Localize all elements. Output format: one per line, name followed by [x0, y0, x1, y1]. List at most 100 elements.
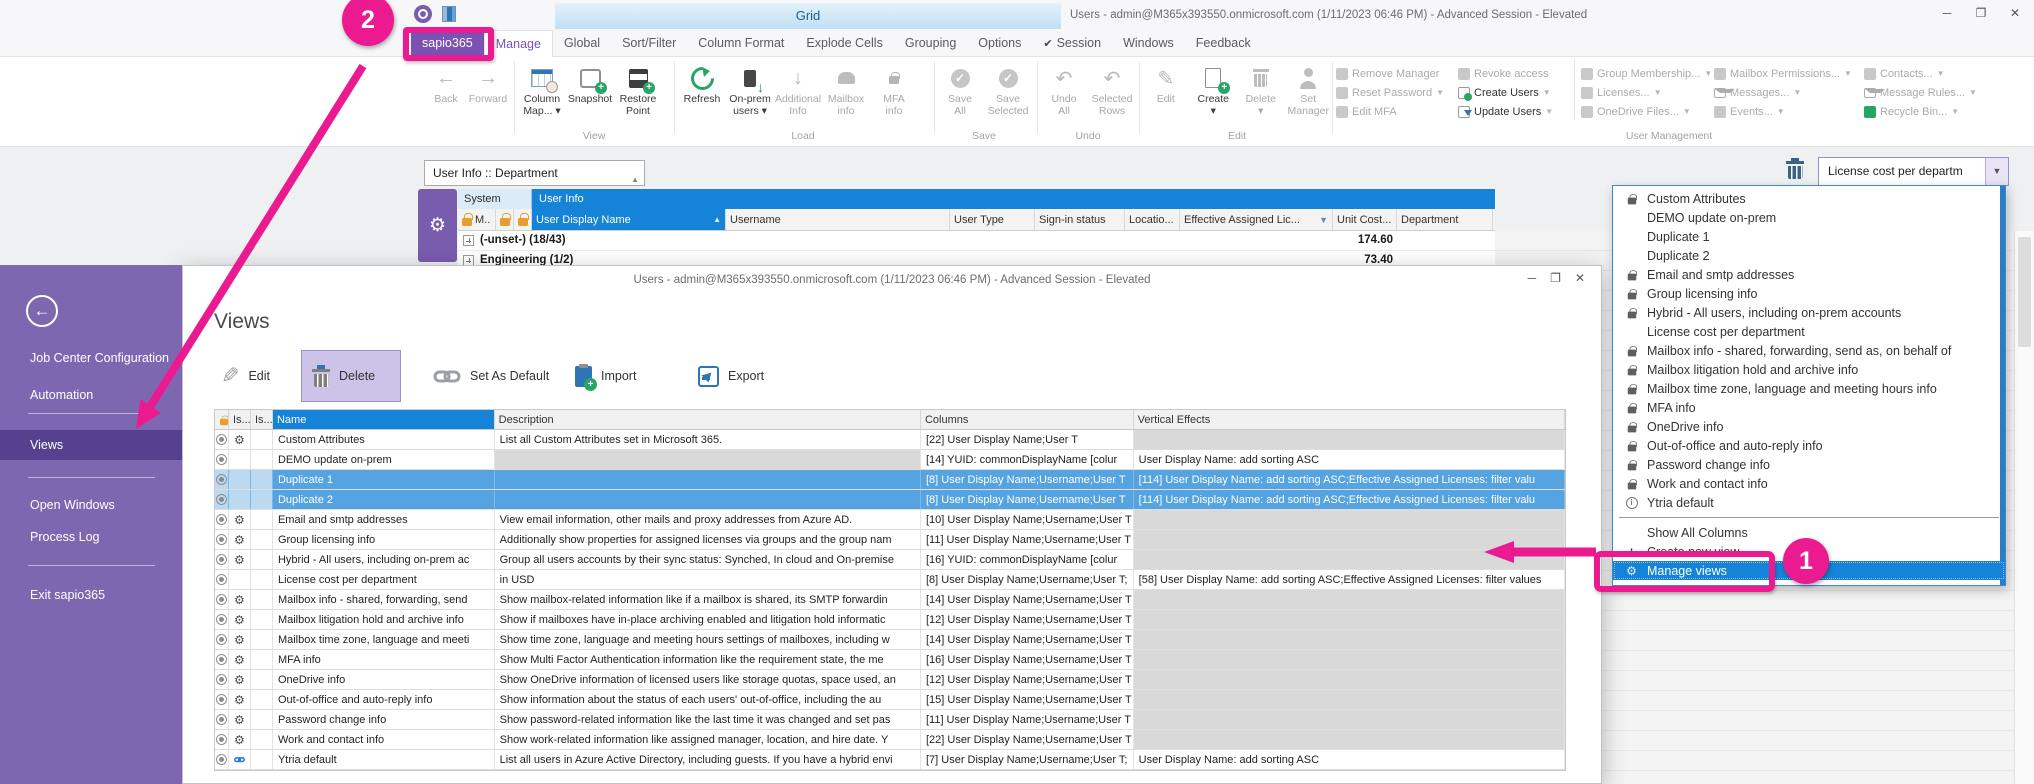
- toolbar-button-set-as-default[interactable]: Set As Default: [423, 350, 559, 402]
- views-table-row[interactable]: Duplicate 1[8] User Display Name;Usernam…: [215, 470, 1565, 490]
- views-table-row[interactable]: License cost per departmentin USD[8] Use…: [215, 570, 1565, 590]
- views-table-row[interactable]: ⚙Work and contact infoShow work-related …: [215, 730, 1565, 750]
- dropdown-item-demo-update-on-prem[interactable]: DEMO update on-prem: [1613, 208, 2005, 227]
- ribbon-button-column-map-[interactable]: ColumnMap... ▾: [518, 59, 566, 117]
- ribbon-button-mailbox-permissions-[interactable]: Mailbox Permissions...▼: [1714, 65, 1860, 82]
- views-table-row[interactable]: ⚙Mailbox litigation hold and archive inf…: [215, 610, 1565, 630]
- band-system[interactable]: System: [458, 189, 532, 209]
- ribbon-button-back[interactable]: ←Back: [425, 59, 467, 106]
- views-table-header-columns[interactable]: Columns: [921, 410, 1134, 429]
- views-table-header-is-[interactable]: Is...: [251, 410, 273, 429]
- band-user-info[interactable]: User Info: [532, 189, 584, 209]
- ribbon-button-snapshot[interactable]: Snapshot: [566, 59, 614, 117]
- row-select-cell[interactable]: [215, 690, 229, 709]
- ribbon-button-events-[interactable]: Events...▼: [1714, 103, 1860, 120]
- row-select-cell[interactable]: [215, 570, 229, 589]
- dropdown-item-mailbox-info-shared-forwarding-send-as-on-behalf-of[interactable]: Mailbox info - shared, forwarding, send …: [1613, 341, 2005, 360]
- views-table-row[interactable]: ⚙Mailbox time zone, language and meetiSh…: [215, 630, 1565, 650]
- row-select-cell[interactable]: [215, 630, 229, 649]
- row-select-cell[interactable]: [215, 450, 229, 469]
- tab-feedback[interactable]: Feedback: [1185, 30, 1262, 57]
- ribbon-button-additional-info[interactable]: ↓AdditionalInfo: [774, 59, 822, 117]
- row-select-cell[interactable]: [215, 490, 229, 509]
- row-select-cell[interactable]: [215, 550, 229, 569]
- ribbon-button-delete-[interactable]: Delete▾: [1237, 59, 1285, 117]
- dropdown-item-duplicate-1[interactable]: Duplicate 1: [1613, 227, 2005, 246]
- views-table-row[interactable]: ⚙OneDrive infoShow OneDrive information …: [215, 670, 1565, 690]
- view-selector-combo[interactable]: License cost per departm ▼: [1818, 157, 2009, 186]
- views-table-row[interactable]: ⚙Email and smtp addressesView email info…: [215, 510, 1565, 530]
- views-table-row[interactable]: ⚙Out-of-office and auto-reply infoShow i…: [215, 690, 1565, 710]
- tab-sort-filter[interactable]: Sort/Filter: [611, 30, 687, 57]
- ribbon-button-remove-manager[interactable]: Remove Manager: [1336, 65, 1454, 82]
- views-table-header-name[interactable]: Name: [273, 410, 495, 429]
- views-table-header-is-[interactable]: Is...: [229, 410, 251, 429]
- ribbon-button-selected-rows[interactable]: ↶SelectedRows: [1088, 59, 1136, 117]
- scrollbar-thumb[interactable]: [2018, 237, 2031, 347]
- row-select-cell[interactable]: [215, 730, 229, 749]
- grid-column-header-sign-in-status[interactable]: Sign-in status: [1035, 209, 1125, 230]
- dialog-close-button[interactable]: ✕: [1575, 271, 1585, 285]
- ribbon-button-onedrive-files-[interactable]: OneDrive Files...▼: [1581, 103, 1710, 120]
- grid-column-header-unit-cost-[interactable]: Unit Cost...: [1333, 209, 1397, 230]
- grid-column-header-effective-assigned-lic-[interactable]: Effective Assigned Lic...▼: [1180, 209, 1333, 230]
- grid-column-header-username[interactable]: Username: [726, 209, 950, 230]
- ribbon-button-refresh[interactable]: Refresh: [678, 59, 726, 117]
- ribbon-button-create-[interactable]: Create▾: [1190, 59, 1238, 117]
- ribbon-button-save-all[interactable]: SaveAll: [936, 59, 984, 117]
- ribbon-button-reset-password[interactable]: Reset Password▼: [1336, 84, 1454, 101]
- back-button[interactable]: ←: [26, 295, 58, 327]
- dropdown-item-ytria-default[interactable]: iYtria default: [1613, 493, 2005, 512]
- minimize-button[interactable]: ─: [1936, 6, 1958, 20]
- row-select-cell[interactable]: [215, 610, 229, 629]
- dialog-minimize-button[interactable]: ─: [1528, 271, 1537, 285]
- toolbar-button-export[interactable]: Export: [688, 350, 774, 402]
- row-select-cell[interactable]: [215, 530, 229, 549]
- tab-options[interactable]: Options: [967, 30, 1032, 57]
- tab-explode-cells[interactable]: Explode Cells: [795, 30, 893, 57]
- ribbon-button-recycle-bin-[interactable]: Recycle Bin...▼: [1864, 103, 1986, 120]
- grid-column-header-locatio-[interactable]: Locatio...: [1125, 209, 1180, 230]
- ribbon-button-mfa-info[interactable]: MFAinfo: [870, 59, 918, 117]
- views-table-row[interactable]: ⚙Hybrid - All users, including on-prem a…: [215, 550, 1565, 570]
- sidebar-item-exit-sapio365[interactable]: Exit sapio365: [0, 580, 182, 610]
- dropdown-item-duplicate-2[interactable]: Duplicate 2: [1613, 246, 2005, 265]
- dropdown-item-custom-attributes[interactable]: Custom Attributes: [1613, 189, 2005, 208]
- ribbon-button-licenses-[interactable]: Licenses...▼: [1581, 84, 1710, 101]
- ribbon-button-messages-[interactable]: Messages...▼: [1714, 84, 1860, 101]
- dropdown-item-work-and-contact-info[interactable]: Work and contact info: [1613, 474, 2005, 493]
- dropdown-item-onedrive-info[interactable]: OneDrive info: [1613, 417, 2005, 436]
- toolbar-button-edit[interactable]: ✎Edit: [211, 350, 280, 402]
- vertical-scrollbar[interactable]: [2014, 231, 2034, 784]
- tab-session[interactable]: ✔Session: [1032, 30, 1112, 57]
- ribbon-button-revoke-access[interactable]: Revoke access: [1458, 65, 1570, 82]
- toolbar-button-import[interactable]: Import: [565, 350, 646, 402]
- dropdown-item-out-of-office-and-auto-reply-info[interactable]: Out-of-office and auto-reply info: [1613, 436, 2005, 455]
- dropdown-item-password-change-info[interactable]: Password change info: [1613, 455, 2005, 474]
- grid-group-row[interactable]: (-unset-) (18/43)174.60: [458, 231, 1495, 251]
- ribbon-button-create-users[interactable]: Create Users▼: [1458, 84, 1570, 101]
- ribbon-button-edit-mfa[interactable]: Edit MFA: [1336, 103, 1454, 120]
- views-table-row[interactable]: DEMO update on-prem[14] YUID: commonDisp…: [215, 450, 1565, 470]
- ribbon-button-forward[interactable]: →Forward: [467, 59, 509, 106]
- ribbon-button-message-rules-[interactable]: Message Rules...▼: [1864, 84, 1986, 101]
- views-table-row[interactable]: ⚙Group licensing infoAdditionally show p…: [215, 530, 1565, 550]
- restore-button[interactable]: ❐: [1970, 6, 1992, 20]
- tab-grouping[interactable]: Grouping: [894, 30, 967, 57]
- views-table-row[interactable]: Duplicate 2[8] User Display Name;Usernam…: [215, 490, 1565, 510]
- views-table-row[interactable]: Ytria defaultList all users in Azure Act…: [215, 750, 1565, 770]
- row-select-cell[interactable]: [215, 710, 229, 729]
- dropdown-item-group-licensing-info[interactable]: Group licensing info: [1613, 284, 2005, 303]
- sidebar-item-open-windows[interactable]: Open Windows: [0, 490, 182, 520]
- dropdown-item-mfa-info[interactable]: MFA info: [1613, 398, 2005, 417]
- ribbon-button-contacts-[interactable]: Contacts...▼: [1864, 65, 1986, 82]
- ribbon-button-on-prem-users-[interactable]: On-premusers ▾: [726, 59, 774, 117]
- row-select-cell[interactable]: [215, 470, 229, 489]
- ribbon-button-update-users[interactable]: Update Users▼: [1458, 103, 1570, 120]
- view-selector-dropdown-icon[interactable]: ▼: [1985, 158, 2008, 185]
- dropdown-item-hybrid-all-users-including-on-prem-accounts[interactable]: Hybrid - All users, including on-prem ac…: [1613, 303, 2005, 322]
- tab-windows[interactable]: Windows: [1112, 30, 1185, 57]
- row-select-cell[interactable]: [215, 670, 229, 689]
- dropdown-item-email-and-smtp-addresses[interactable]: Email and smtp addresses: [1613, 265, 2005, 284]
- grid-column-header-lock[interactable]: [514, 209, 532, 230]
